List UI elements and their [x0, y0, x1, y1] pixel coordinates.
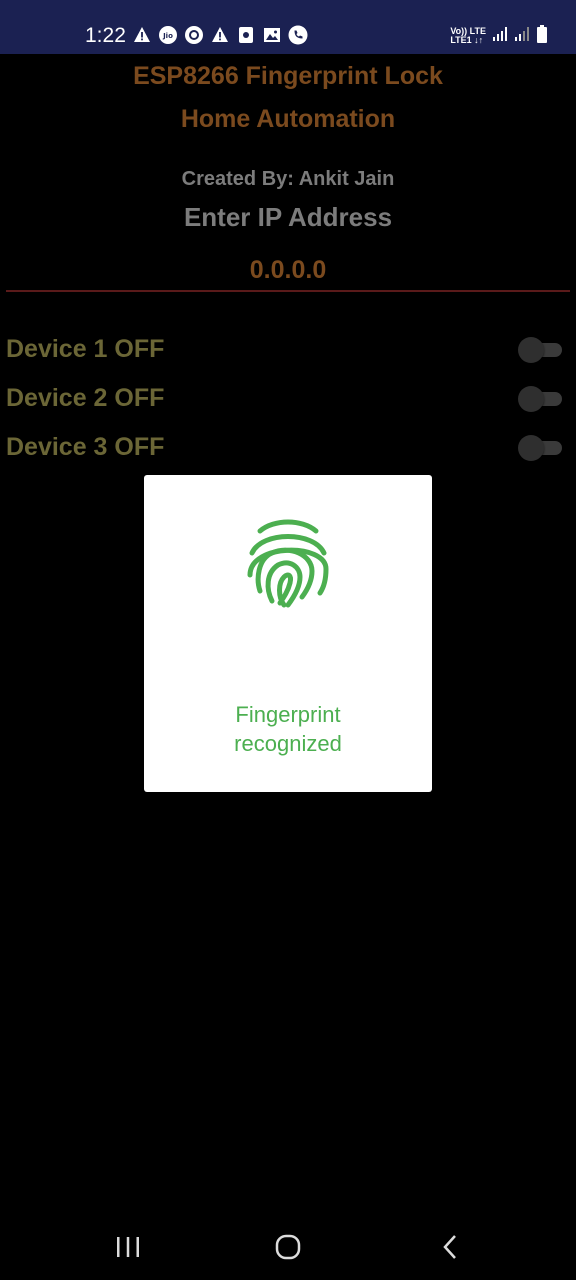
home-icon [275, 1234, 301, 1260]
back-icon [443, 1235, 456, 1259]
system-icons: Vo)) LTE LTE1 ↓↑ [450, 24, 548, 48]
screen: 1:22 Jio Vo)) LTE LTE1 ↓↑ ESP8266 Finger… [0, 0, 576, 1280]
device-3-label: Device 3 OFF [6, 433, 165, 461]
battery-icon [536, 24, 548, 48]
device-row-3: Device 3 OFF [6, 427, 562, 467]
notification-icons: Jio [132, 24, 308, 46]
switch-thumb [518, 435, 544, 461]
warning-icon [132, 25, 152, 45]
svg-text:Jio: Jio [162, 32, 173, 40]
home-button[interactable] [268, 1232, 308, 1262]
dialog-message: Fingerprint recognized [144, 700, 432, 758]
ip-address-label: Enter IP Address [183, 202, 393, 232]
credit-text: Created By: Ankit Jain [181, 168, 395, 190]
status-bar: 1:22 Jio Vo)) LTE LTE1 ↓↑ [0, 0, 576, 54]
status-time: 1:22 [85, 24, 126, 47]
network-label-bottom: LTE1 ↓↑ [450, 35, 484, 45]
device-2-label: Device 2 OFF [6, 384, 165, 412]
device-row-2: Device 2 OFF [6, 378, 562, 418]
fingerprint-icon [247, 519, 329, 608]
dialog-message-line1: Fingerprint [235, 702, 341, 727]
ip-input-underline [6, 290, 570, 292]
device-2-switch[interactable] [518, 386, 562, 412]
signal-icon [514, 26, 530, 47]
circle-icon [184, 25, 204, 45]
image-icon [262, 25, 282, 45]
dialog-message-line2: recognized [234, 731, 342, 756]
device-row-1: Device 1 OFF [6, 329, 562, 369]
device-1-switch[interactable] [518, 337, 562, 363]
sim-icon [236, 25, 256, 45]
recent-apps-icon [117, 1237, 139, 1257]
navigation-bar [0, 1210, 576, 1280]
warning-icon [210, 25, 230, 45]
app-title-line1: ESP8266 Fingerprint Lock [133, 62, 443, 90]
switch-thumb [518, 386, 544, 412]
phone-icon [288, 25, 308, 45]
jio-icon: Jio [158, 25, 178, 45]
ip-address-input[interactable]: 0.0.0.0 [0, 256, 576, 285]
fingerprint-dialog: Fingerprint recognized [144, 475, 432, 792]
device-3-switch[interactable] [518, 435, 562, 461]
switch-thumb [518, 337, 544, 363]
network-label: Vo)) LTE LTE1 ↓↑ [450, 27, 486, 45]
recent-apps-button[interactable] [108, 1232, 148, 1262]
signal-icon [492, 26, 508, 47]
device-1-label: Device 1 OFF [6, 335, 165, 363]
back-button[interactable] [430, 1232, 470, 1262]
app-title-line2: Home Automation [180, 105, 396, 133]
